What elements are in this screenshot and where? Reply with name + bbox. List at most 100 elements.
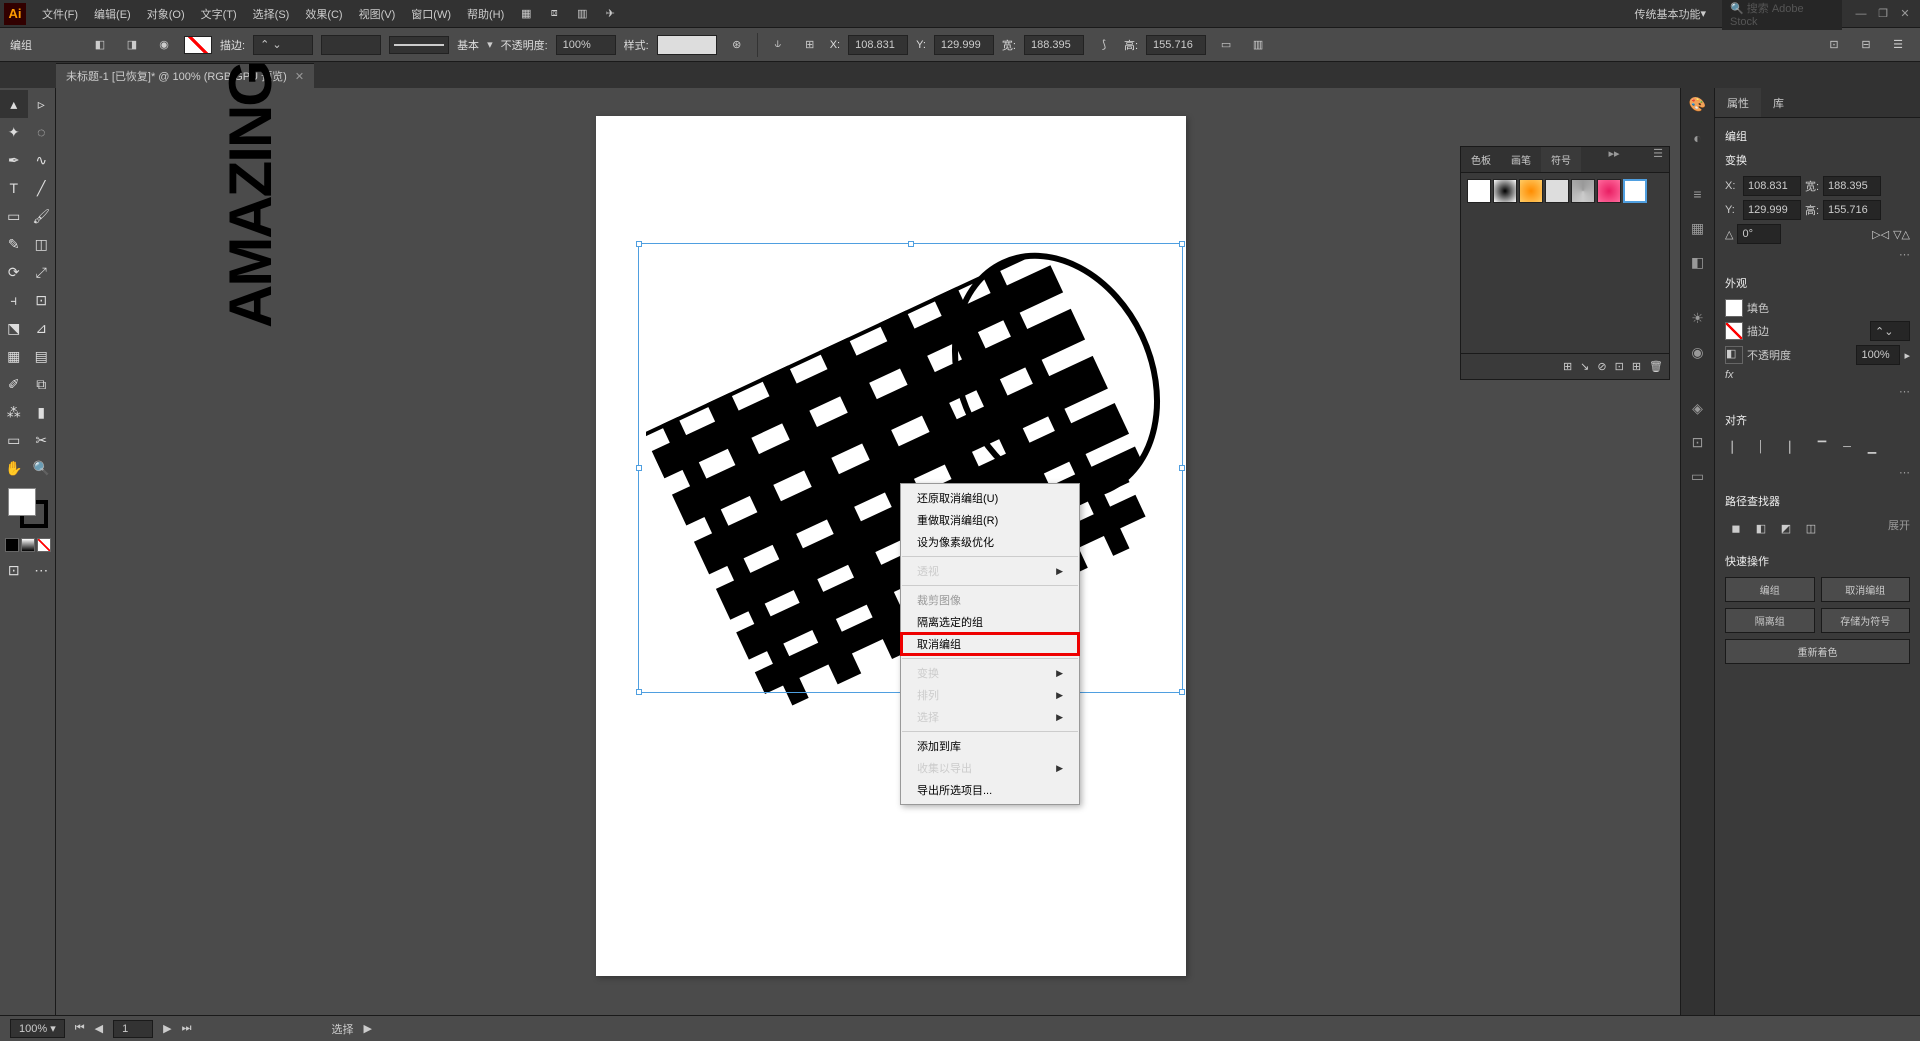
symbol-sprayer-tool[interactable]: ⁂ <box>0 398 28 426</box>
brush-tool[interactable]: 🖌 <box>28 202 56 230</box>
free-transform-tool[interactable]: ⊡ <box>28 286 56 314</box>
ctx-pixel-perfect[interactable]: 设为像素级优化 <box>901 531 1079 553</box>
more-options-icon[interactable]: ⋯ <box>1725 385 1910 398</box>
swatches-tab[interactable]: 色板 <box>1461 147 1501 172</box>
stroke-profile[interactable] <box>321 35 381 55</box>
menu-select[interactable]: 选择(S) <box>245 0 298 27</box>
y-input[interactable]: 129.999 <box>934 35 994 55</box>
search-stock-input[interactable]: 🔍 搜索 Adobe Stock <box>1722 0 1842 30</box>
symbol-item[interactable] <box>1519 179 1543 203</box>
width-tool[interactable]: ⫞ <box>0 286 28 314</box>
ctx-arrange[interactable]: 排列▶ <box>901 684 1079 706</box>
symbols-tab[interactable]: 符号 <box>1541 147 1581 172</box>
symbol-item-selected[interactable] <box>1623 179 1647 203</box>
graph-tool[interactable]: ▮ <box>28 398 56 426</box>
gradient-panel-icon[interactable]: ▦ <box>1686 216 1710 240</box>
opacity-swatch[interactable]: ◧ <box>1725 346 1743 364</box>
properties-tab[interactable]: 属性 <box>1715 88 1761 117</box>
close-icon[interactable]: ✕ <box>295 70 304 83</box>
menu-file[interactable]: 文件(F) <box>34 0 86 27</box>
pen-tool[interactable]: ✒ <box>0 146 28 174</box>
color-mode-btn[interactable] <box>5 538 19 552</box>
symbol-item[interactable] <box>1545 179 1569 203</box>
ref-point-icon[interactable]: ⊞ <box>798 33 822 57</box>
arrange-icon[interactable]: ▥ <box>572 4 592 24</box>
slice-tool[interactable]: ✂ <box>28 426 56 454</box>
fx-button[interactable]: fx <box>1725 369 1734 381</box>
line-tool[interactable]: ╱ <box>28 174 56 202</box>
bridge-icon[interactable]: ▦ <box>516 4 536 24</box>
ctx-ungroup[interactable]: 取消编组 <box>901 633 1079 655</box>
nav-next-icon[interactable]: ▶ <box>163 1022 171 1035</box>
opacity-input[interactable]: 100% <box>556 35 616 55</box>
symbol-options-icon[interactable]: ⊡ <box>1615 360 1624 373</box>
selection-tool[interactable]: ▴ <box>0 90 28 118</box>
flip-h-icon[interactable]: ▷◁ <box>1872 228 1889 241</box>
symbol-lib-icon[interactable]: ⊞ <box>1563 360 1572 373</box>
ctx-collect-export[interactable]: 收集以导出▶ <box>901 757 1079 779</box>
place-symbol-icon[interactable]: ↘ <box>1580 360 1589 373</box>
menu-window[interactable]: 窗口(W) <box>403 0 459 27</box>
fill-stroke-control[interactable] <box>8 488 48 528</box>
shaper-tool[interactable]: ✎ <box>0 230 28 258</box>
panel-menu-icon[interactable]: ☰ <box>1886 33 1910 57</box>
curvature-tool[interactable]: ∿ <box>28 146 56 174</box>
style-swatch[interactable] <box>657 35 717 55</box>
menu-view[interactable]: 视图(V) <box>351 0 404 27</box>
shape-builder-tool[interactable]: ⬔ <box>0 314 28 342</box>
eraser-tool[interactable]: ◫ <box>28 230 56 258</box>
pf-unite[interactable]: ◼ <box>1725 517 1747 539</box>
brush-def[interactable] <box>389 36 449 54</box>
stock-icon[interactable]: ⧈ <box>544 4 564 24</box>
status-arrow-icon[interactable]: ▶ <box>363 1022 371 1035</box>
quick-save-symbol-btn[interactable]: 存储为符号 <box>1821 608 1911 633</box>
asset-export-icon[interactable]: ⊡ <box>1686 430 1710 454</box>
edit-toolbar-btn[interactable]: ⋯ <box>28 556 56 584</box>
pf-minus[interactable]: ◧ <box>1750 517 1772 539</box>
recolor-art-icon[interactable]: ⊛ <box>725 33 749 57</box>
fill-swatch[interactable] <box>1725 299 1743 317</box>
align-hcenter[interactable]: │ <box>1750 436 1772 458</box>
nav-last-icon[interactable]: ⏭ <box>182 1022 192 1035</box>
menu-object[interactable]: 对象(O) <box>139 0 193 27</box>
panel-menu-icon[interactable]: ☰ <box>1647 147 1669 172</box>
delete-symbol-icon[interactable]: 🗑 <box>1649 360 1663 373</box>
color-guide-icon[interactable]: ◐ <box>1686 126 1710 150</box>
break-link-icon[interactable]: ⊘ <box>1597 360 1606 373</box>
blend-tool[interactable]: ⧉ <box>28 370 56 398</box>
artboards-icon[interactable]: ▭ <box>1686 464 1710 488</box>
ctx-redo[interactable]: 重做取消编组(R) <box>901 509 1079 531</box>
rectangle-tool[interactable]: ▭ <box>0 202 28 230</box>
gradient-tool[interactable]: ▤ <box>28 342 56 370</box>
stroke-weight[interactable]: ⌃⌄ <box>1870 321 1910 341</box>
recolor-icon[interactable]: ◉ <box>152 33 176 57</box>
ctx-select[interactable]: 选择▶ <box>901 706 1079 728</box>
perspective-tool[interactable]: ⊿ <box>28 314 56 342</box>
transparency-icon[interactable]: ◧ <box>1686 250 1710 274</box>
align-right[interactable]: ▕ <box>1775 436 1797 458</box>
w-input[interactable]: 188.395 <box>1024 35 1084 55</box>
artboard-tool[interactable]: ▭ <box>0 426 28 454</box>
symbol-item[interactable] <box>1571 179 1595 203</box>
align-left[interactable]: ▏ <box>1725 436 1747 458</box>
quick-ungroup-btn[interactable]: 取消编组 <box>1821 577 1911 602</box>
none-mode-btn[interactable] <box>37 538 51 552</box>
ctx-undo[interactable]: 还原取消编组(U) <box>901 487 1079 509</box>
new-symbol-icon[interactable]: ⊞ <box>1632 360 1641 373</box>
gpu-icon[interactable]: ✈ <box>600 4 620 24</box>
quick-recolor-btn[interactable]: 重新着色 <box>1725 639 1910 664</box>
magic-wand-tool[interactable]: ✦ <box>0 118 28 146</box>
menu-effect[interactable]: 效果(C) <box>297 0 350 27</box>
link-wh-icon[interactable]: ⟆ <box>1092 33 1116 57</box>
mask-icon[interactable]: ⊟ <box>1854 33 1878 57</box>
transform-icon[interactable]: ▥ <box>1246 33 1270 57</box>
align-icon[interactable]: ⫝ <box>766 33 790 57</box>
shape-icon[interactable]: ▭ <box>1214 33 1238 57</box>
quick-group-btn[interactable]: 编组 <box>1725 577 1815 602</box>
symbol-item[interactable] <box>1467 179 1491 203</box>
stroke-weight-input[interactable]: ⌃ ⌄ <box>253 35 313 55</box>
fill-swatch-icon[interactable]: ◧ <box>88 33 112 57</box>
menu-edit[interactable]: 编辑(E) <box>86 0 139 27</box>
prop-opacity-input[interactable]: 100% <box>1856 345 1900 365</box>
prop-x-input[interactable]: 108.831 <box>1743 176 1801 196</box>
